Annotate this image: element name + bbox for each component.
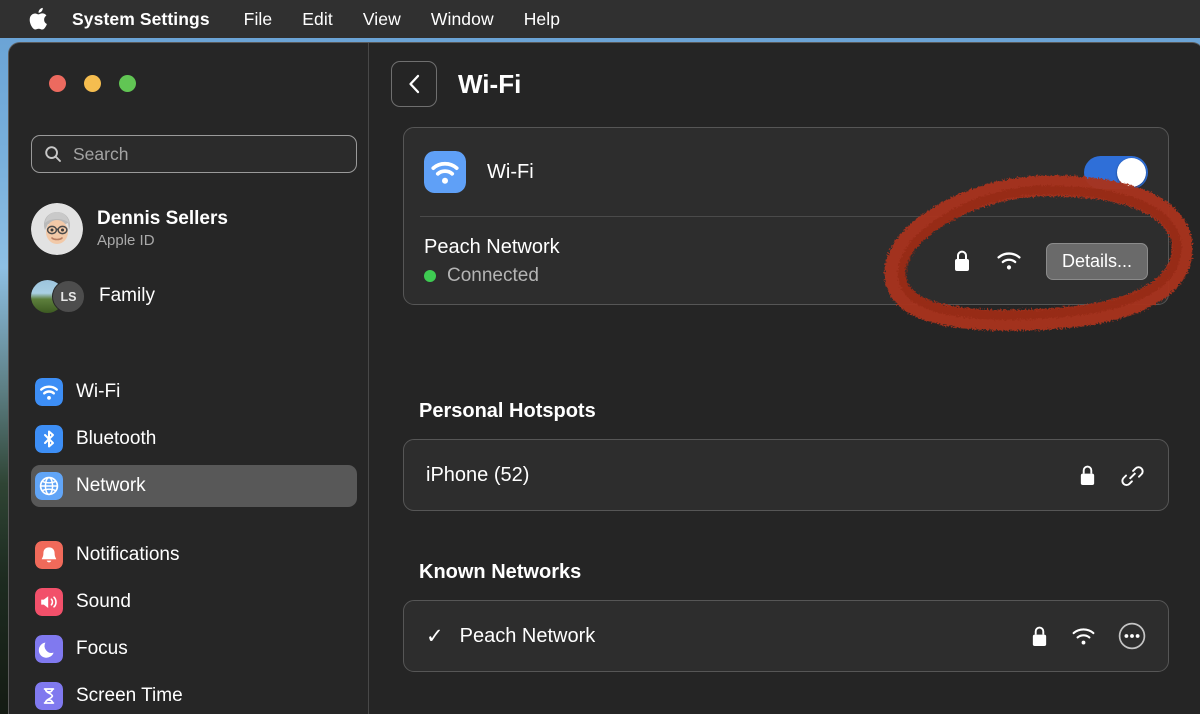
- link-icon: [1119, 463, 1146, 488]
- sidebar-item-focus[interactable]: Focus: [31, 628, 357, 670]
- family-initials-avatar: LS: [52, 280, 85, 313]
- chevron-left-icon: [405, 73, 423, 95]
- sidebar-item-label: Sound: [76, 591, 131, 613]
- sidebar-item-screen-time[interactable]: Screen Time: [31, 675, 357, 714]
- menu-item-system-settings[interactable]: System Settings: [72, 9, 210, 30]
- status-badge: Connected: [424, 265, 560, 287]
- sidebar-item-label: Wi-Fi: [76, 381, 120, 403]
- wifi-label: Wi-Fi: [487, 161, 534, 184]
- more-options-icon[interactable]: [1118, 622, 1146, 650]
- search-placeholder: Search: [73, 144, 128, 165]
- sidebar-item-label: Network: [76, 475, 146, 497]
- status-dot-icon: [424, 270, 436, 282]
- minimize-button[interactable]: [84, 75, 101, 92]
- sidebar-item-label: Notifications: [76, 544, 180, 566]
- section-title-known-networks: Known Networks: [419, 561, 581, 584]
- sidebar-item-family[interactable]: LS Family: [31, 278, 155, 314]
- personal-hotspots-card: iPhone (52): [403, 439, 1169, 511]
- details-button[interactable]: Details...: [1046, 243, 1148, 280]
- list-item[interactable]: iPhone (52): [404, 440, 1168, 510]
- sidebar: Search: [9, 43, 369, 714]
- pane-header: Wi-Fi: [391, 61, 521, 107]
- page-title: Wi-Fi: [458, 69, 521, 100]
- network-name: Peach Network: [424, 235, 560, 260]
- known-networks-card: ✓ Peach Network: [403, 600, 1169, 672]
- wifi-app-icon: [424, 151, 466, 193]
- family-avatars: LS: [31, 278, 87, 314]
- wifi-signal-icon: [996, 251, 1022, 271]
- bell-icon: [35, 541, 63, 569]
- toggle-knob: [1117, 158, 1146, 187]
- sidebar-divider-gap: [31, 512, 357, 534]
- sidebar-item-label: Focus: [76, 638, 128, 660]
- sidebar-nav: Wi-Fi Bluetooth: [31, 371, 357, 714]
- sidebar-item-label: Screen Time: [76, 685, 183, 707]
- status-text: Connected: [447, 265, 539, 287]
- window-traffic-lights: [49, 75, 136, 92]
- lock-icon: [1030, 624, 1049, 649]
- lock-icon: [1078, 463, 1097, 488]
- hourglass-icon: [35, 682, 63, 710]
- known-network-name: Peach Network: [460, 625, 596, 648]
- sidebar-item-sound[interactable]: Sound: [31, 581, 357, 623]
- wifi-icon: [35, 378, 63, 406]
- known-network-row-icons: [1030, 622, 1146, 650]
- menu-item-file[interactable]: File: [244, 9, 273, 30]
- menu-item-edit[interactable]: Edit: [302, 9, 333, 30]
- sidebar-item-bluetooth[interactable]: Bluetooth: [31, 418, 357, 460]
- speaker-icon: [35, 588, 63, 616]
- wifi-card: Wi-Fi Peach Network Connected: [403, 127, 1169, 305]
- search-input[interactable]: Search: [31, 135, 357, 173]
- profile-name: Dennis Sellers: [97, 207, 228, 230]
- sidebar-item-apple-id[interactable]: Dennis Sellers Apple ID: [31, 203, 228, 255]
- sidebar-item-network[interactable]: Network: [31, 465, 357, 507]
- hotspot-row-icons: [1078, 463, 1146, 488]
- menu-item-view[interactable]: View: [363, 9, 401, 30]
- globe-icon: [35, 472, 63, 500]
- close-button[interactable]: [49, 75, 66, 92]
- menu-item-help[interactable]: Help: [524, 9, 560, 30]
- sidebar-item-wi-fi[interactable]: Wi-Fi: [31, 371, 357, 413]
- section-title-personal-hotspots: Personal Hotspots: [419, 400, 596, 423]
- list-item[interactable]: ✓ Peach Network: [404, 601, 1168, 671]
- checkmark-icon: ✓: [426, 626, 444, 647]
- lock-icon: [952, 248, 972, 274]
- moon-icon: [35, 635, 63, 663]
- back-button[interactable]: [391, 61, 437, 107]
- wifi-toggle[interactable]: [1084, 156, 1148, 189]
- network-row-actions: Details...: [952, 243, 1148, 280]
- system-settings-window: Search: [8, 42, 1200, 714]
- menu-bar: System Settings File Edit View Window He…: [0, 0, 1200, 38]
- sidebar-item-notifications[interactable]: Notifications: [31, 534, 357, 576]
- apple-logo-icon[interactable]: [28, 6, 50, 32]
- wifi-signal-icon: [1071, 627, 1096, 646]
- hotspot-name: iPhone (52): [426, 464, 529, 487]
- wifi-toggle-row: Wi-Fi: [404, 128, 1168, 216]
- bluetooth-icon: [35, 425, 63, 453]
- screen: System Settings File Edit View Window He…: [0, 0, 1200, 714]
- search-icon: [44, 145, 62, 163]
- zoom-button[interactable]: [119, 75, 136, 92]
- avatar: [31, 203, 83, 255]
- sidebar-item-label: Bluetooth: [76, 428, 156, 450]
- content-pane: Wi-Fi Wi-Fi: [369, 43, 1200, 714]
- profile-subtitle: Apple ID: [97, 231, 228, 251]
- connected-network-row: Peach Network Connected: [404, 217, 1168, 305]
- menu-item-window[interactable]: Window: [431, 9, 494, 30]
- sidebar-item-label: Family: [99, 285, 155, 307]
